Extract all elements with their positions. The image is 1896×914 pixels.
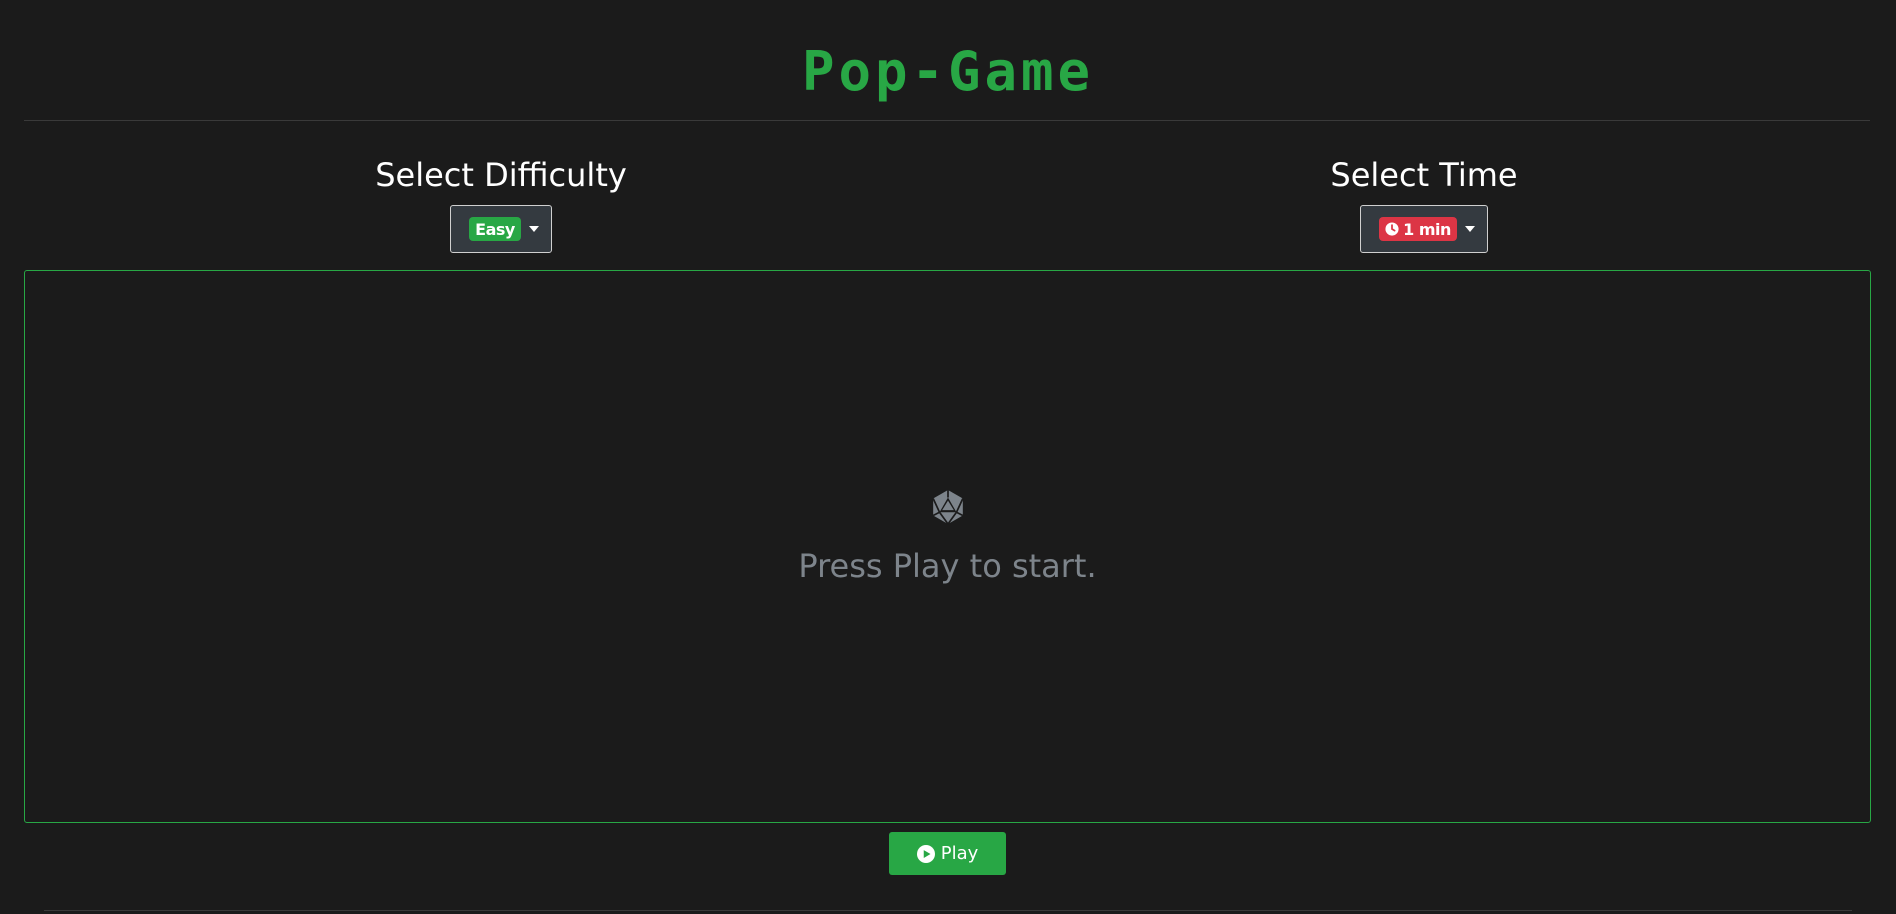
play-button[interactable]: Play: [889, 832, 1006, 875]
header-divider: [24, 120, 1870, 121]
dice-d20-icon: [931, 490, 964, 525]
footer-edge: [44, 910, 1852, 911]
clock-icon: [1385, 222, 1399, 236]
start-message: Press Play to start.: [798, 547, 1097, 585]
time-dropdown[interactable]: 1 min: [1360, 205, 1488, 253]
play-circle-icon: [916, 844, 935, 863]
time-heading: Select Time: [1330, 156, 1518, 194]
time-badge-label: 1 min: [1403, 219, 1451, 239]
time-badge: 1 min: [1379, 217, 1457, 241]
time-section: Select Time 1 min: [1124, 154, 1724, 253]
game-area[interactable]: Press Play to start.: [24, 270, 1871, 823]
caret-down-icon: [528, 226, 539, 232]
caret-down-icon: [1464, 226, 1475, 232]
page: Pop-Game Select Difficulty Easy Select T…: [0, 0, 1896, 914]
difficulty-heading: Select Difficulty: [375, 156, 627, 194]
play-button-label: Play: [940, 843, 979, 864]
difficulty-section: Select Difficulty Easy: [201, 154, 801, 253]
game-placeholder: Press Play to start.: [25, 489, 1870, 585]
difficulty-badge: Easy: [469, 217, 521, 241]
brand-title: Pop-Game: [801, 40, 1095, 103]
difficulty-dropdown[interactable]: Easy: [450, 205, 552, 253]
